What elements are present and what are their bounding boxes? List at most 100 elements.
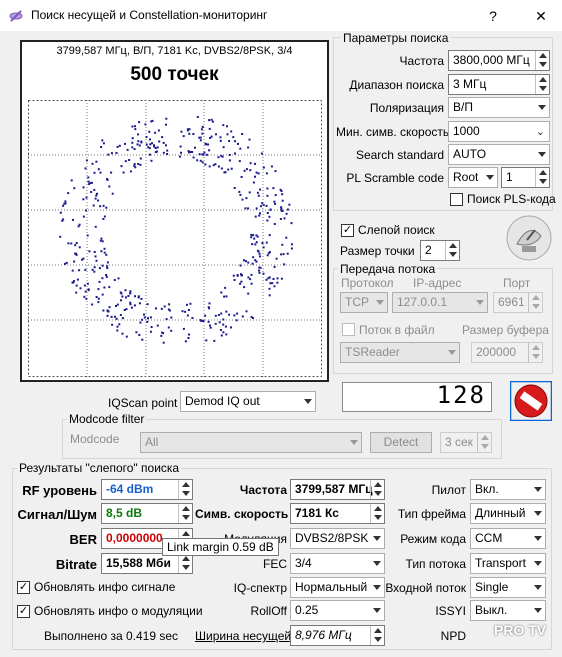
constellation-point	[137, 140, 140, 143]
range-input[interactable]: 3 МГц	[448, 74, 550, 95]
constellation-point	[95, 194, 98, 197]
constellation-point	[225, 310, 228, 313]
constellation-point	[267, 252, 270, 255]
constellation-point	[238, 160, 241, 163]
constellation-point	[204, 142, 207, 145]
pilot-select[interactable]: Вкл.	[470, 479, 546, 500]
bandwidth-result-label[interactable]: Ширина несущей	[195, 629, 291, 643]
constellation-point	[196, 116, 199, 118]
input-stream-select[interactable]: Single	[470, 577, 546, 598]
constellation-point	[184, 310, 187, 313]
modcode-select[interactable]: All	[140, 432, 362, 453]
constellation-point	[122, 171, 125, 174]
stop-icon[interactable]	[510, 381, 552, 421]
constellation-point	[133, 304, 136, 307]
constellation-point	[259, 205, 262, 208]
detect-time-input[interactable]: 3 сек	[440, 432, 492, 453]
constellation-point	[165, 117, 168, 120]
bitrate-value: 15,588 Мби	[101, 553, 193, 574]
issyi-select[interactable]: Выкл.	[470, 600, 546, 621]
mod-result-select[interactable]: DVBS2/8PSK	[290, 528, 385, 549]
constellation-point	[102, 309, 105, 312]
constellation-point	[282, 253, 285, 256]
dot-size-input[interactable]: 2	[420, 240, 460, 261]
constellation-point	[259, 255, 261, 258]
constellation-point	[219, 136, 222, 139]
constellation-point	[93, 251, 96, 253]
constellation-point	[163, 305, 166, 308]
constellation-point	[73, 187, 76, 190]
constellation-point	[258, 271, 261, 274]
minsr-select[interactable]: 1000 ⌄	[448, 121, 550, 142]
constellation-point	[118, 144, 121, 147]
constellation-point	[266, 187, 269, 190]
lcd-value: 128	[436, 381, 486, 409]
constellation-point	[256, 249, 259, 252]
constellation-point	[228, 159, 231, 162]
update-mod-checkbox[interactable]: ✓	[17, 605, 30, 618]
std-label: Search standard	[355, 148, 444, 162]
iqscan-select[interactable]: Demod IQ out	[180, 391, 316, 412]
pls-mode-select[interactable]: Root	[448, 167, 498, 188]
reader-select[interactable]: TSReader	[340, 342, 460, 363]
constellation-point	[243, 259, 245, 262]
constellation-point	[268, 215, 271, 218]
constellation-point	[237, 142, 239, 145]
port-input[interactable]: 6961	[493, 292, 543, 313]
constellation-point	[241, 133, 244, 135]
detect-button[interactable]: Detect	[370, 432, 432, 453]
constellation-point	[239, 264, 242, 267]
constellation-point	[64, 200, 67, 203]
frame-select[interactable]: Длинный	[470, 503, 546, 524]
pls-search-checkbox[interactable]	[450, 193, 463, 206]
fec-result-select[interactable]: 3/4	[290, 553, 385, 574]
constellation-point	[97, 199, 100, 202]
help-button[interactable]: ?	[480, 5, 506, 27]
std-select[interactable]: AUTO	[448, 144, 550, 165]
elapsed-time: Выполнено за 0.419 sec	[44, 629, 179, 643]
flow-type-select[interactable]: Transport	[470, 553, 546, 574]
freq-input[interactable]: 3800,000 МГц	[448, 50, 550, 71]
constellation-point	[265, 241, 268, 244]
ber-label: BER	[69, 532, 97, 547]
constellation-point	[280, 277, 283, 280]
close-button[interactable]: ✕	[528, 5, 554, 27]
update-signal-label: Обновлять инфо сигнале	[34, 580, 176, 594]
satellite-dish-icon[interactable]	[505, 214, 553, 262]
code-mode-select[interactable]: CCM	[470, 528, 546, 549]
constellation-point	[181, 310, 184, 313]
constellation-point	[228, 140, 231, 142]
constellation-point	[123, 309, 126, 311]
blind-search-checkbox[interactable]: ✓	[341, 224, 354, 237]
to-file-checkbox[interactable]	[342, 323, 355, 336]
constellation-point	[139, 163, 142, 166]
constellation-point	[94, 197, 97, 200]
frame-label: Тип фрейма	[397, 507, 466, 521]
buffer-input[interactable]: 200000	[471, 342, 543, 363]
constellation-point	[227, 168, 230, 171]
constellation-point	[210, 118, 213, 121]
rolloff-result-select[interactable]: 0.25	[290, 600, 385, 621]
constellation-point	[236, 312, 239, 315]
iq-result-select[interactable]: Нормальный	[290, 577, 385, 598]
constellation-point	[88, 250, 91, 253]
constellation-point	[208, 149, 211, 152]
constellation-point	[265, 172, 268, 175]
update-signal-checkbox[interactable]: ✓	[17, 581, 30, 594]
ip-select[interactable]: 127.0.0.1	[392, 292, 488, 313]
constellation-point	[281, 243, 284, 246]
constellation-point	[200, 320, 203, 322]
constellation-point	[110, 171, 113, 174]
constellation-point	[113, 279, 116, 281]
proto-select[interactable]: TCP	[340, 292, 388, 313]
constellation-point	[149, 316, 152, 319]
constellation-point	[121, 332, 124, 335]
pls-label: PL Scramble code	[346, 171, 444, 185]
constellation-point	[213, 339, 216, 342]
constellation-point	[226, 125, 228, 128]
pls-code-input[interactable]: 1	[501, 167, 550, 188]
freq-label: Частота	[399, 54, 444, 68]
constellation-point	[105, 206, 108, 209]
constellation-point	[131, 141, 134, 144]
pol-select[interactable]: В/П	[448, 97, 550, 118]
